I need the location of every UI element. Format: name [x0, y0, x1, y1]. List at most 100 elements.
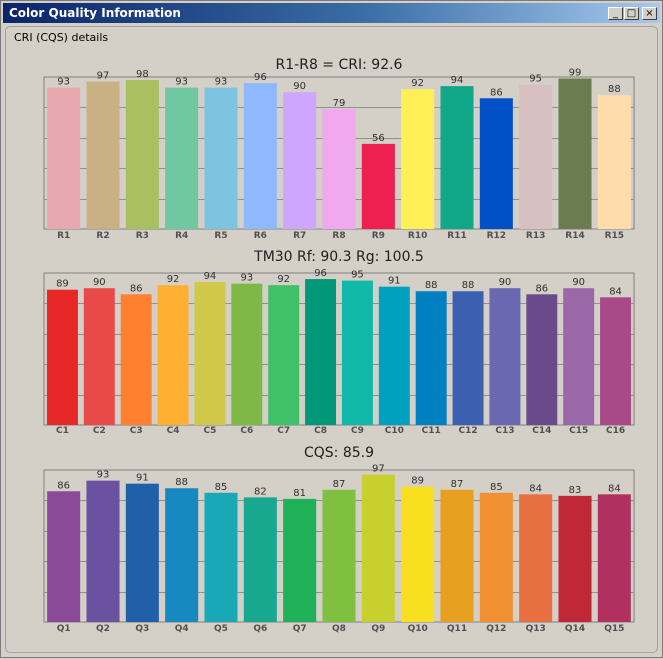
category-label: R7: [293, 231, 306, 241]
data-label: 97: [372, 464, 385, 475]
bar-c6: [231, 283, 263, 425]
bar-c7: [268, 285, 300, 425]
data-label: 89: [411, 476, 424, 487]
category-label: C2: [93, 426, 106, 436]
category-label: R6: [254, 231, 267, 241]
bar-q8: [322, 489, 356, 622]
category-label: R15: [605, 231, 624, 241]
category-label: Q8: [332, 624, 346, 634]
bar-q12: [479, 492, 513, 622]
data-label: 87: [451, 479, 464, 490]
data-label: 92: [411, 78, 424, 89]
category-label: Q10: [408, 624, 428, 634]
bar-q4: [165, 488, 199, 622]
bar-r4: [165, 87, 199, 229]
data-label: 96: [314, 268, 327, 279]
bar-r6: [243, 83, 277, 229]
data-label: 86: [535, 283, 548, 294]
category-label: Q14: [565, 624, 585, 634]
chart-1: R1-R8 = CRI: 92.6 93 R1 97 R2 98 R3 93 R4 93 R5 96 R…: [43, 57, 635, 241]
bar-c9: [341, 280, 373, 425]
category-label: Q2: [96, 624, 110, 634]
data-label: 98: [136, 69, 149, 80]
data-label: 92: [167, 274, 180, 285]
category-label: C3: [130, 426, 143, 436]
bar-r13: [519, 84, 553, 229]
data-label: 90: [293, 81, 306, 92]
bar-r9: [361, 143, 395, 229]
data-label: 95: [529, 74, 542, 85]
bar-r7: [283, 92, 317, 229]
data-label: 96: [254, 72, 267, 83]
category-label: Q11: [447, 624, 467, 634]
bar-c10: [378, 286, 410, 425]
bar-c5: [194, 282, 226, 425]
bar-r1: [47, 87, 81, 229]
category-label: Q7: [293, 624, 307, 634]
data-label: 83: [569, 485, 582, 496]
category-label: R12: [487, 231, 506, 241]
bar-c14: [526, 294, 558, 425]
data-label: 87: [333, 479, 346, 490]
chart-3: CQS: 85.9 86 Q1 93 Q2 91 Q3 88 Q4 85 Q5 82 Q6 81 Q7 87 Q…: [43, 445, 635, 634]
data-label: 90: [499, 277, 512, 288]
data-label: 84: [529, 483, 542, 494]
bar-c13: [489, 288, 521, 425]
data-label: 94: [204, 271, 217, 282]
bar-r10: [401, 89, 435, 229]
data-label: 89: [56, 279, 69, 290]
bar-r11: [440, 86, 474, 230]
category-label: R13: [526, 231, 545, 241]
data-label: 85: [490, 482, 503, 493]
data-label: 88: [462, 280, 475, 291]
data-label: 56: [372, 133, 385, 144]
category-label: C15: [569, 426, 588, 436]
category-label: Q3: [135, 624, 149, 634]
data-label: 99: [569, 68, 582, 79]
category-label: Q12: [486, 624, 506, 634]
category-label: C11: [422, 426, 441, 436]
data-label: 94: [451, 75, 464, 86]
data-label: 93: [240, 273, 253, 284]
data-label: 95: [351, 270, 364, 281]
bar-c16: [600, 297, 632, 425]
chart-title: CQS: 85.9: [304, 445, 374, 461]
bar-c4: [157, 285, 189, 425]
charts-canvas: R1-R8 = CRI: 92.6 93 R1 97 R2 98 R3 93 R4 93 R5 96 R…: [43, 57, 635, 634]
data-label: 86: [130, 283, 143, 294]
bar-q5: [204, 492, 238, 622]
category-label: Q4: [175, 624, 189, 634]
data-label: 88: [175, 477, 188, 488]
bar-c11: [415, 291, 447, 425]
category-label: Q15: [604, 624, 624, 634]
bar-r12: [479, 98, 513, 229]
category-label: R2: [96, 231, 109, 241]
data-label: 81: [293, 488, 306, 499]
category-label: C12: [458, 426, 477, 436]
category-label: R9: [372, 231, 385, 241]
data-label: 93: [215, 77, 228, 88]
category-label: C4: [167, 426, 180, 436]
category-label: C10: [385, 426, 404, 436]
data-label: 93: [57, 77, 70, 88]
category-label: C16: [606, 426, 625, 436]
category-label: C8: [314, 426, 327, 436]
data-label: 90: [572, 277, 585, 288]
category-label: R8: [332, 231, 345, 241]
category-label: C5: [204, 426, 217, 436]
category-label: Q5: [214, 624, 228, 634]
bar-c15: [563, 288, 595, 425]
bar-q13: [519, 494, 553, 622]
data-label: 86: [57, 480, 70, 491]
data-label: 88: [425, 280, 438, 291]
category-label: R10: [408, 231, 427, 241]
data-label: 86: [490, 87, 503, 98]
bar-r14: [558, 78, 592, 230]
category-label: R11: [447, 231, 466, 241]
chart-title: TM30 Rf: 90.3 Rg: 100.5: [253, 249, 424, 265]
category-label: Q9: [371, 624, 385, 634]
category-label: C1: [56, 426, 69, 436]
bar-q14: [558, 495, 592, 622]
data-label: 90: [93, 277, 106, 288]
category-label: C14: [532, 426, 551, 436]
